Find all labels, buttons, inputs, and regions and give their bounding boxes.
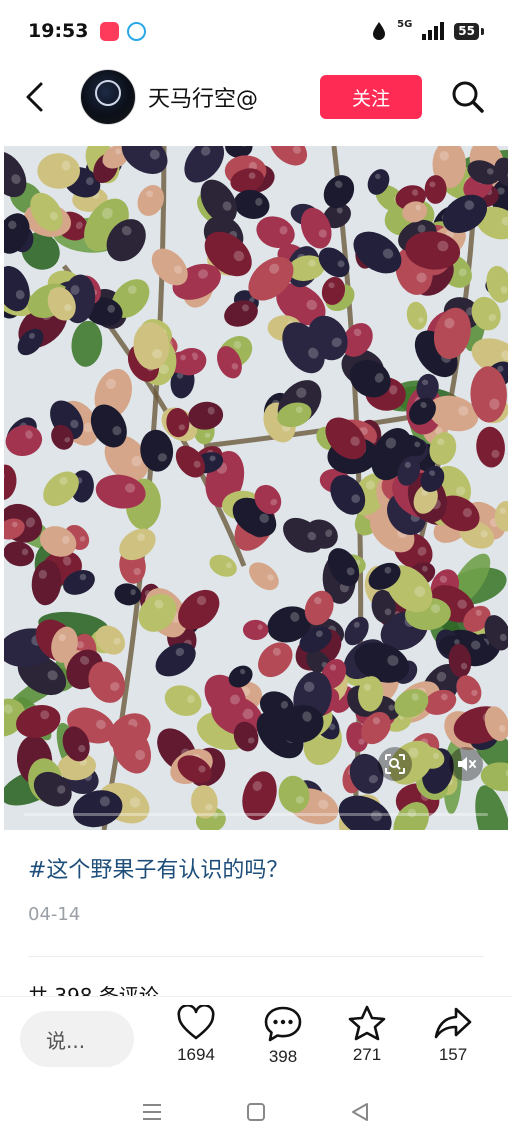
status-time: 19:53 [28, 20, 89, 42]
follow-button[interactable]: 关注 [320, 75, 422, 119]
share-count: 157 [438, 1045, 468, 1064]
author-avatar[interactable] [80, 69, 136, 125]
mute-button[interactable] [449, 747, 483, 781]
share-arrow-icon [434, 1007, 472, 1039]
scan-icon [385, 754, 405, 774]
battery-tip [481, 27, 484, 35]
fruit-cluster-image [4, 146, 508, 830]
comment-input[interactable]: 说... [20, 1011, 134, 1067]
menu-lines-icon [143, 1103, 161, 1120]
browser-app-icon [127, 21, 147, 41]
video-progress-bar[interactable] [24, 813, 488, 816]
home-button[interactable] [236, 1092, 276, 1132]
square-icon [247, 1102, 265, 1121]
post-caption[interactable]: #这个野果子有认识的吗？ [28, 852, 288, 884]
comments-heading: 共 398 条评论 [28, 984, 159, 996]
divider [28, 956, 484, 957]
triangle-back-icon [352, 1102, 368, 1121]
favorite-button[interactable]: 271 [337, 1005, 397, 1065]
signal-icon [422, 22, 445, 40]
battery-indicator: 55 [454, 22, 484, 40]
share-button[interactable]: 157 [423, 1005, 483, 1065]
post-header: 天马行空@ 关注 [0, 62, 512, 132]
recents-button[interactable] [132, 1092, 172, 1132]
battery-level: 55 [454, 22, 479, 40]
lens-search-button[interactable] [378, 747, 412, 781]
star-icon [348, 1005, 386, 1041]
search-button[interactable] [448, 77, 488, 117]
speaker-muted-icon [458, 757, 476, 771]
back-button[interactable] [24, 77, 64, 117]
back-nav-button[interactable] [340, 1092, 380, 1132]
comment-bubble-icon [264, 1006, 302, 1042]
comment-count: 398 [268, 1047, 298, 1066]
status-right: 5G 55 [371, 18, 484, 41]
post-date: 04-14 [28, 904, 81, 925]
status-bar: 19:53 5G 55 [0, 0, 512, 62]
heart-icon [177, 1005, 215, 1040]
music-app-icon [100, 21, 120, 41]
like-button[interactable]: 1694 [166, 1005, 226, 1065]
status-app-icons [100, 21, 147, 41]
bottom-action-bar: 说... 1694 398 271 157 [0, 996, 512, 1080]
search-icon [452, 81, 484, 113]
comment-button[interactable]: 398 [253, 1005, 313, 1067]
like-count: 1694 [177, 1045, 215, 1064]
favorite-count: 271 [352, 1045, 382, 1064]
author-username[interactable]: 天马行空@ [148, 81, 258, 113]
post-video[interactable] [4, 146, 508, 830]
network-type: 5G [397, 18, 413, 30]
chevron-left-icon [26, 82, 43, 112]
location-icon [373, 22, 386, 40]
system-nav-bar [0, 1080, 512, 1143]
